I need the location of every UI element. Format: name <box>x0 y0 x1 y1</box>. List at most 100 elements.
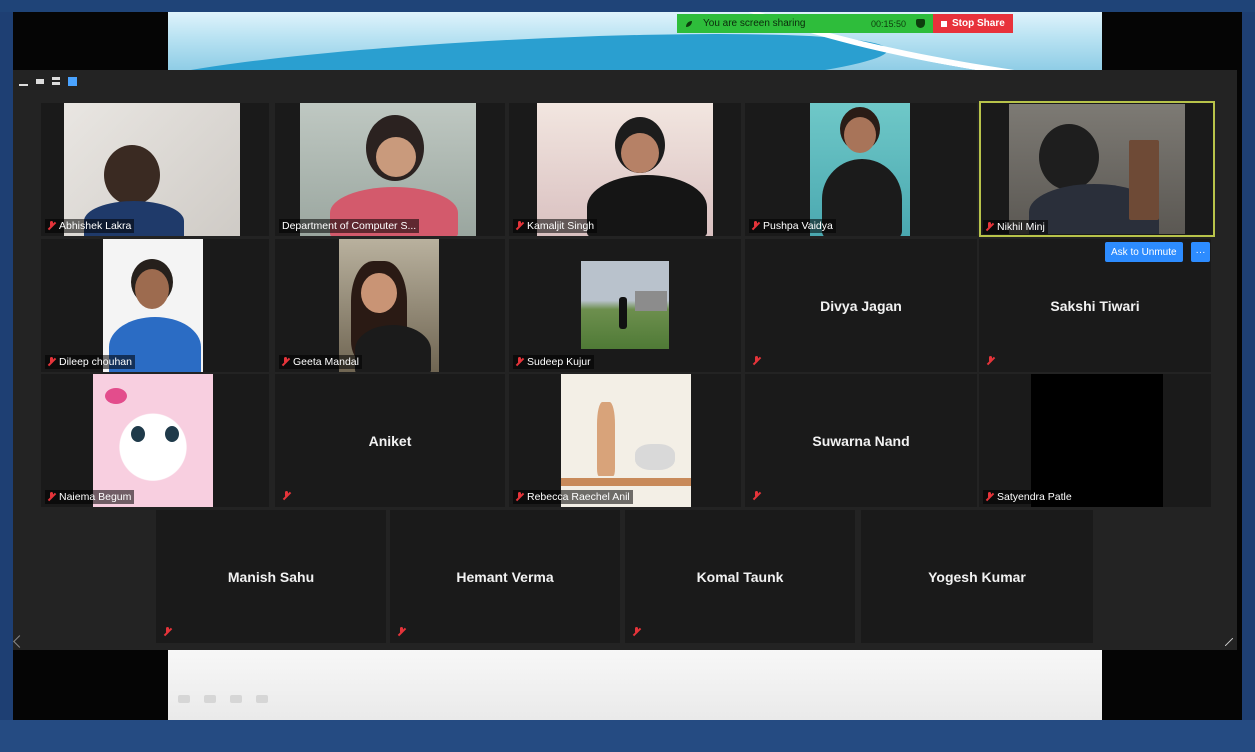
participant-name: Sudeep Kujur <box>527 356 591 368</box>
participant-name-centered: Aniket <box>368 432 412 449</box>
participant-name: Geeta Mandal <box>293 356 359 368</box>
participant-name: Satyendra Patle <box>997 491 1072 503</box>
participant-tile[interactable]: Naiema Begum <box>41 374 269 507</box>
participant-tile[interactable]: Aniket <box>275 374 505 507</box>
participant-name-tag: Rebecca Raechel Anil <box>513 490 633 504</box>
participant-name: Kamaljit Singh <box>527 220 595 232</box>
view-controls <box>19 76 77 86</box>
participant-name-centered: Komal Taunk <box>696 568 784 585</box>
participant-tile[interactable]: Satyendra Patle <box>979 374 1211 507</box>
participant-video <box>581 261 669 349</box>
ask-to-unmute-button[interactable]: Ask to Unmute <box>1105 242 1183 262</box>
participant-name: Department of Computer S... <box>282 220 417 232</box>
screen-share-toolbar: You are screen sharing 00:15:50 Stop Sha… <box>677 14 1013 33</box>
muted-mic-icon <box>516 492 523 502</box>
desktop-frame-top <box>0 0 1255 12</box>
participant-name-tag: Abhishek Lakra <box>45 219 135 233</box>
share-status-text: You are screen sharing <box>703 18 806 29</box>
back-arrow-icon[interactable] <box>178 695 190 703</box>
resize-handle-left[interactable] <box>13 635 26 648</box>
participant-name: Pushpa Vaidya <box>763 220 833 232</box>
participant-video <box>537 103 713 236</box>
participant-tile[interactable]: Divya Jagan <box>745 239 977 372</box>
muted-mic-icon <box>283 491 290 501</box>
participant-name: Dileep chouhan <box>59 356 132 368</box>
participant-name-centered: Yogesh Kumar <box>928 568 1026 585</box>
participant-name-centered: Manish Sahu <box>227 568 315 585</box>
participant-video <box>1009 104 1185 234</box>
muted-mic-icon <box>516 357 523 367</box>
participant-tile[interactable]: Pushpa Vaidya <box>745 103 977 236</box>
more-options-button[interactable]: ··· <box>1191 242 1210 262</box>
side-by-side-icon[interactable] <box>52 77 60 85</box>
muted-mic-icon <box>753 356 760 366</box>
speaker-view-icon[interactable] <box>36 78 44 84</box>
muted-mic-icon <box>164 627 171 637</box>
participant-name-centered: Sakshi Tiwari <box>1050 297 1140 314</box>
participant-tile[interactable]: Hemant Verma <box>390 510 620 643</box>
shared-slide-bottom <box>168 650 1102 720</box>
stop-share-label: Stop Share <box>952 18 1005 29</box>
participant-name-centered: Divya Jagan <box>820 297 902 314</box>
participant-tile[interactable]: Kamaljit Singh <box>509 103 741 236</box>
participant-video <box>339 239 439 372</box>
participant-video <box>300 103 476 236</box>
muted-mic-icon <box>516 221 523 231</box>
muted-mic-icon <box>48 221 55 231</box>
muted-mic-icon <box>48 357 55 367</box>
participant-name: Rebecca Raechel Anil <box>527 491 630 503</box>
participant-tile-active-speaker[interactable]: Nikhil Minj <box>979 101 1215 237</box>
participant-name-tag: Naiema Begum <box>45 490 135 504</box>
share-status-pill[interactable]: You are screen sharing 00:15:50 <box>677 14 933 33</box>
participant-tile[interactable]: Rebecca Raechel Anil <box>509 374 741 507</box>
shield-icon <box>916 19 925 28</box>
resize-handle-right[interactable] <box>1225 638 1233 646</box>
leaf-icon <box>686 20 692 27</box>
participant-tile[interactable]: Yogesh Kumar <box>861 510 1093 643</box>
muted-mic-icon <box>398 627 405 637</box>
participant-tile[interactable]: Dileep chouhan <box>41 239 269 372</box>
forward-arrow-icon[interactable] <box>256 695 268 703</box>
participant-tile[interactable]: Abhishek Lakra <box>41 103 269 236</box>
participant-tile[interactable]: Komal Taunk <box>625 510 855 643</box>
muted-mic-icon <box>753 491 760 501</box>
participant-name: Abhishek Lakra <box>59 220 132 232</box>
participant-name-centered: Hemant Verma <box>456 568 554 585</box>
participant-name: Naiema Begum <box>59 491 132 503</box>
participant-video <box>1031 374 1163 507</box>
muted-mic-icon <box>986 222 993 232</box>
participant-video <box>64 103 240 236</box>
stop-share-button[interactable]: Stop Share <box>933 14 1013 33</box>
pen-icon[interactable] <box>204 695 216 703</box>
participant-tile[interactable]: Department of Computer S... <box>275 103 505 236</box>
desktop-frame-bottom <box>0 720 1255 752</box>
participant-name-tag: Dileep chouhan <box>45 355 135 369</box>
stop-icon <box>941 20 947 27</box>
minimize-icon[interactable] <box>19 84 28 86</box>
zoom-gallery-window: Abhishek Lakra Department of Computer S.… <box>13 70 1237 650</box>
gallery-view-icon[interactable] <box>68 76 77 86</box>
participant-tile[interactable]: Suwarna Nand <box>745 374 977 507</box>
participant-name-tag: Kamaljit Singh <box>513 219 598 233</box>
share-timer: 00:15:50 <box>870 18 906 29</box>
muted-mic-icon <box>48 492 55 502</box>
muted-mic-icon <box>752 221 759 231</box>
participant-name-tag: Geeta Mandal <box>279 355 362 369</box>
participant-video <box>810 103 910 236</box>
participant-name-centered: Suwarna Nand <box>812 432 910 449</box>
participant-name-tag: Satyendra Patle <box>983 490 1075 504</box>
muted-mic-icon <box>633 627 640 637</box>
participant-tile[interactable]: Manish Sahu <box>156 510 386 643</box>
participant-video <box>103 239 203 372</box>
participant-video <box>561 374 691 507</box>
slides-icon[interactable] <box>230 695 242 703</box>
participant-video <box>93 374 213 507</box>
muted-mic-icon <box>282 357 289 367</box>
participant-tile[interactable]: Sudeep Kujur <box>509 239 741 372</box>
muted-mic-icon <box>987 356 994 366</box>
participant-name-tag: Pushpa Vaidya <box>749 219 836 233</box>
participant-name-tag: Nikhil Minj <box>983 220 1048 234</box>
participant-name-tag: Department of Computer S... <box>279 219 420 233</box>
participant-tile[interactable]: Geeta Mandal <box>275 239 505 372</box>
muted-mic-icon <box>986 492 993 502</box>
